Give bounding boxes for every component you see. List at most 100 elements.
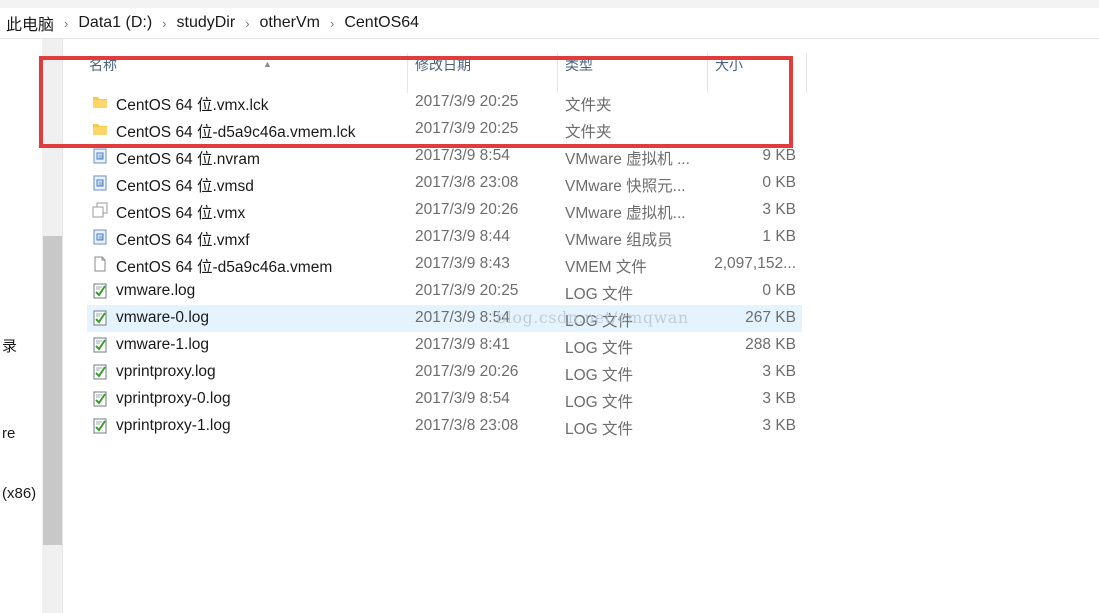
file-name: CentOS 64 位.vmsd: [116, 178, 254, 195]
file-date: 2017/3/9 8:54: [415, 390, 510, 407]
file-size: 3 KB: [762, 390, 796, 407]
file-name: vmware-0.log: [116, 309, 210, 326]
file-date: 2017/3/8 23:08: [415, 174, 519, 191]
file-row[interactable]: CentOS 64 位.vmx.lck 2017/3/9 20:25 文件夹: [87, 89, 802, 116]
file-row[interactable]: CentOS 64 位.vmx 2017/3/9 20:26 VMware 虚拟机.…: [87, 197, 802, 224]
file-date: 2017/3/9 20:25: [415, 120, 519, 137]
file-type: VMware 组成员: [565, 232, 673, 249]
log-file-icon: [92, 337, 108, 353]
file-date: 2017/3/9 8:43: [415, 255, 510, 272]
file-row[interactable]: vprintproxy-1.log 2017/3/8 23:08 LOG 文件 3 K…: [87, 413, 802, 440]
folder-icon: [92, 121, 108, 137]
file-row[interactable]: vmware.log 2017/3/9 20:25 LOG 文件 0 KB: [87, 278, 802, 305]
column-header-size[interactable]: 大小: [715, 55, 743, 75]
file-date: 2017/3/8 23:08: [415, 417, 519, 434]
file-date: 2017/3/9 20:26: [415, 363, 519, 380]
file-size: 3 KB: [762, 201, 796, 218]
file-type: VMEM 文件: [565, 259, 647, 276]
file-type: LOG 文件: [565, 286, 634, 303]
file-name: CentOS 64 位.vmxf: [116, 232, 250, 249]
file-name: CentOS 64 位.vmx: [116, 205, 246, 222]
chevron-right-icon[interactable]: ›: [60, 16, 72, 31]
file-date: 2017/3/9 20:25: [415, 93, 519, 110]
file-size: 0 KB: [762, 282, 796, 299]
column-header-type[interactable]: 类型: [565, 55, 593, 75]
breadcrumb-drive[interactable]: Data1 (D:): [72, 14, 158, 32]
nav-item[interactable]: 录: [2, 335, 17, 356]
breadcrumb-othervm[interactable]: otherVm: [254, 14, 326, 32]
vmware-file-icon: [92, 229, 108, 245]
file-row[interactable]: CentOS 64 位.vmsd 2017/3/8 23:08 VMware 快照元…: [87, 170, 802, 197]
file-name: vmware.log: [116, 282, 196, 299]
file-name: vprintproxy-1.log: [116, 417, 231, 434]
file-name: CentOS 64 位-d5a9c46a.vmem.lck: [116, 124, 356, 141]
column-divider[interactable]: [707, 53, 708, 93]
navigation-pane: 录 re (x86): [0, 39, 42, 613]
file-row[interactable]: vmware-1.log 2017/3/9 8:41 LOG 文件 288 KB: [87, 332, 802, 359]
sort-up-icon: ▲: [263, 59, 272, 69]
file-name: vprintproxy.log: [116, 363, 216, 380]
file-row[interactable]: CentOS 64 位-d5a9c46a.vmem.lck 2017/3/9 20…: [87, 116, 802, 143]
file-name: vprintproxy-0.log: [116, 390, 231, 407]
file-row[interactable]: CentOS 64 位.vmxf 2017/3/9 8:44 VMware 组成员 1…: [87, 224, 802, 251]
vmware-file-icon: [92, 148, 108, 164]
file-size: 2,097,152...: [714, 255, 796, 272]
file-row[interactable]: vprintproxy.log 2017/3/9 20:26 LOG 文件 3 KB: [87, 359, 802, 386]
file-name: CentOS 64 位.nvram: [116, 151, 260, 168]
file-row[interactable]: CentOS 64 位.nvram 2017/3/9 8:54 VMware 虚拟机…: [87, 143, 802, 170]
file-type: 文件夹: [565, 124, 612, 141]
column-header-name[interactable]: 名称: [89, 55, 117, 75]
column-divider[interactable]: [407, 53, 408, 93]
file-type: LOG 文件: [565, 421, 634, 438]
log-file-icon: [92, 310, 108, 326]
file-type: VMware 快照元...: [565, 178, 686, 195]
file-date: 2017/3/9 8:41: [415, 336, 510, 353]
column-header-date[interactable]: 修改日期: [415, 55, 471, 75]
column-divider[interactable]: [806, 53, 807, 93]
file-row[interactable]: vprintproxy-0.log 2017/3/9 8:54 LOG 文件 3 KB: [87, 386, 802, 413]
column-divider[interactable]: [557, 53, 558, 93]
file-row[interactable]: vmware-0.log 2017/3/9 8:54 LOG 文件 267 KB: [87, 305, 802, 332]
file-size: 288 KB: [745, 336, 796, 353]
chevron-right-icon[interactable]: ›: [326, 16, 338, 31]
nav-item[interactable]: re: [2, 425, 15, 442]
file-type: VMware 虚拟机...: [565, 205, 686, 222]
file-type: LOG 文件: [565, 367, 634, 384]
folder-icon: [92, 94, 108, 110]
log-file-icon: [92, 391, 108, 407]
file-size: 3 KB: [762, 363, 796, 380]
file-type: LOG 文件: [565, 394, 634, 411]
file-type: LOG 文件: [565, 340, 634, 357]
file-date: 2017/3/9 20:26: [415, 201, 519, 218]
nav-scrollbar-thumb[interactable]: [43, 236, 62, 545]
window-top-strip: [0, 0, 1099, 8]
nav-item[interactable]: (x86): [2, 485, 36, 502]
log-file-icon: [92, 364, 108, 380]
file-size: 0 KB: [762, 174, 796, 191]
file-date: 2017/3/9 8:54: [415, 147, 510, 164]
breadcrumb-centos64[interactable]: CentOS64: [338, 14, 425, 32]
file-type: VMware 虚拟机 ...: [565, 151, 690, 168]
breadcrumb-studydir[interactable]: studyDir: [171, 14, 242, 32]
file-type: 文件夹: [565, 97, 612, 114]
file-size: 9 KB: [762, 147, 796, 164]
file-size: 3 KB: [762, 417, 796, 434]
file-name: CentOS 64 位-d5a9c46a.vmem: [116, 259, 333, 276]
log-file-icon: [92, 418, 108, 434]
file-size: 1 KB: [762, 228, 796, 245]
file-size: 267 KB: [745, 309, 796, 326]
file-name: vmware-1.log: [116, 336, 210, 353]
blank-file-icon: [92, 256, 108, 272]
address-bar[interactable]: 此电脑 › Data1 (D:) › studyDir › otherVm › …: [0, 8, 1099, 39]
file-name: CentOS 64 位.vmx.lck: [116, 97, 269, 114]
watermark: blog.csdn.net/cmqwan: [496, 308, 689, 327]
file-date: 2017/3/9 20:25: [415, 282, 519, 299]
breadcrumb-this-pc[interactable]: 此电脑: [0, 11, 60, 35]
log-file-icon: [92, 283, 108, 299]
file-row[interactable]: CentOS 64 位-d5a9c46a.vmem 2017/3/9 8:43 VM…: [87, 251, 802, 278]
chevron-right-icon[interactable]: ›: [241, 16, 253, 31]
vmx-file-icon: [92, 202, 108, 218]
chevron-right-icon[interactable]: ›: [158, 16, 170, 31]
vmware-file-icon: [92, 175, 108, 191]
file-date: 2017/3/9 8:44: [415, 228, 510, 245]
